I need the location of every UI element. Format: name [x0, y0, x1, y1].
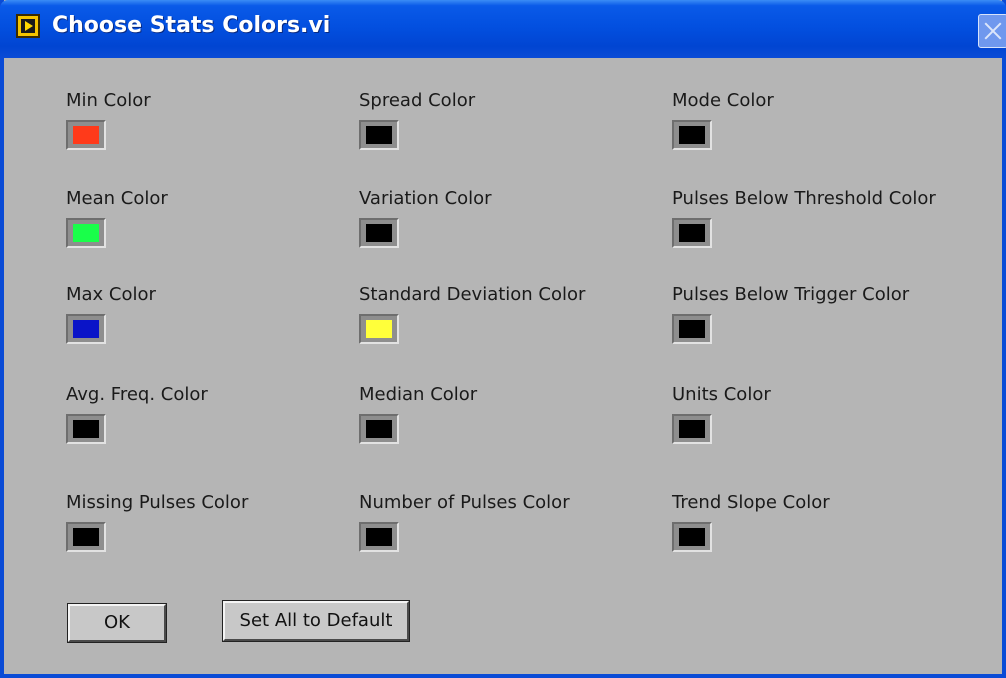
standard-deviation-color-picker[interactable]	[359, 314, 399, 344]
min-color-picker[interactable]	[66, 120, 106, 150]
missing-pulses-color-picker[interactable]	[66, 522, 106, 552]
number-of-pulses-color-label: Number of Pulses Color	[359, 492, 570, 513]
mean-color-picker[interactable]	[66, 218, 106, 248]
pulses-below-trigger-color-picker[interactable]	[672, 314, 712, 344]
number-of-pulses-color-picker[interactable]	[359, 522, 399, 552]
min-color-label: Min Color	[66, 90, 151, 111]
trend-slope-color-fill	[679, 528, 705, 546]
median-color-picker[interactable]	[359, 414, 399, 444]
units-color-picker[interactable]	[672, 414, 712, 444]
spread-color-picker[interactable]	[359, 120, 399, 150]
median-color-fill	[366, 420, 392, 438]
pulses-below-trigger-color-label: Pulses Below Trigger Color	[672, 284, 910, 305]
mode-color-picker[interactable]	[672, 120, 712, 150]
pulses-below-threshold-color-label: Pulses Below Threshold Color	[672, 188, 936, 209]
set-all-to-default-button[interactable]: Set All to Default	[222, 600, 410, 642]
missing-pulses-color-label: Missing Pulses Color	[66, 492, 249, 513]
units-color-label: Units Color	[672, 384, 771, 405]
spread-color-label: Spread Color	[359, 90, 476, 111]
trend-slope-color-picker[interactable]	[672, 522, 712, 552]
variation-color-picker[interactable]	[359, 218, 399, 248]
variation-color-label: Variation Color	[359, 188, 492, 209]
ok-button[interactable]: OK	[67, 603, 167, 643]
labview-vi-icon	[16, 14, 40, 38]
avg-freq-color-picker[interactable]	[66, 414, 106, 444]
mean-color-fill	[73, 224, 99, 242]
max-color-picker[interactable]	[66, 314, 106, 344]
min-color-fill	[73, 126, 99, 144]
mean-color-label: Mean Color	[66, 188, 168, 209]
avg-freq-color-label: Avg. Freq. Color	[66, 384, 208, 405]
number-of-pulses-color-fill	[366, 528, 392, 546]
trend-slope-color-label: Trend Slope Color	[672, 492, 830, 513]
max-color-label: Max Color	[66, 284, 156, 305]
window-title: Choose Stats Colors.vi	[52, 13, 331, 38]
max-color-fill	[73, 320, 99, 338]
standard-deviation-color-fill	[366, 320, 392, 338]
mode-color-fill	[679, 126, 705, 144]
mode-color-label: Mode Color	[672, 90, 774, 111]
units-color-fill	[679, 420, 705, 438]
close-button[interactable]	[978, 14, 1006, 48]
pulses-below-threshold-color-fill	[679, 224, 705, 242]
missing-pulses-color-fill	[73, 528, 99, 546]
spread-color-fill	[366, 126, 392, 144]
variation-color-fill	[366, 224, 392, 242]
avg-freq-color-fill	[73, 420, 99, 438]
pulses-below-trigger-color-fill	[679, 320, 705, 338]
dialog-window: Choose Stats Colors.vi Min Color Spread …	[0, 0, 1006, 678]
title-bar[interactable]: Choose Stats Colors.vi	[0, 0, 1006, 58]
median-color-label: Median Color	[359, 384, 478, 405]
standard-deviation-color-label: Standard Deviation Color	[359, 284, 586, 305]
pulses-below-threshold-color-picker[interactable]	[672, 218, 712, 248]
